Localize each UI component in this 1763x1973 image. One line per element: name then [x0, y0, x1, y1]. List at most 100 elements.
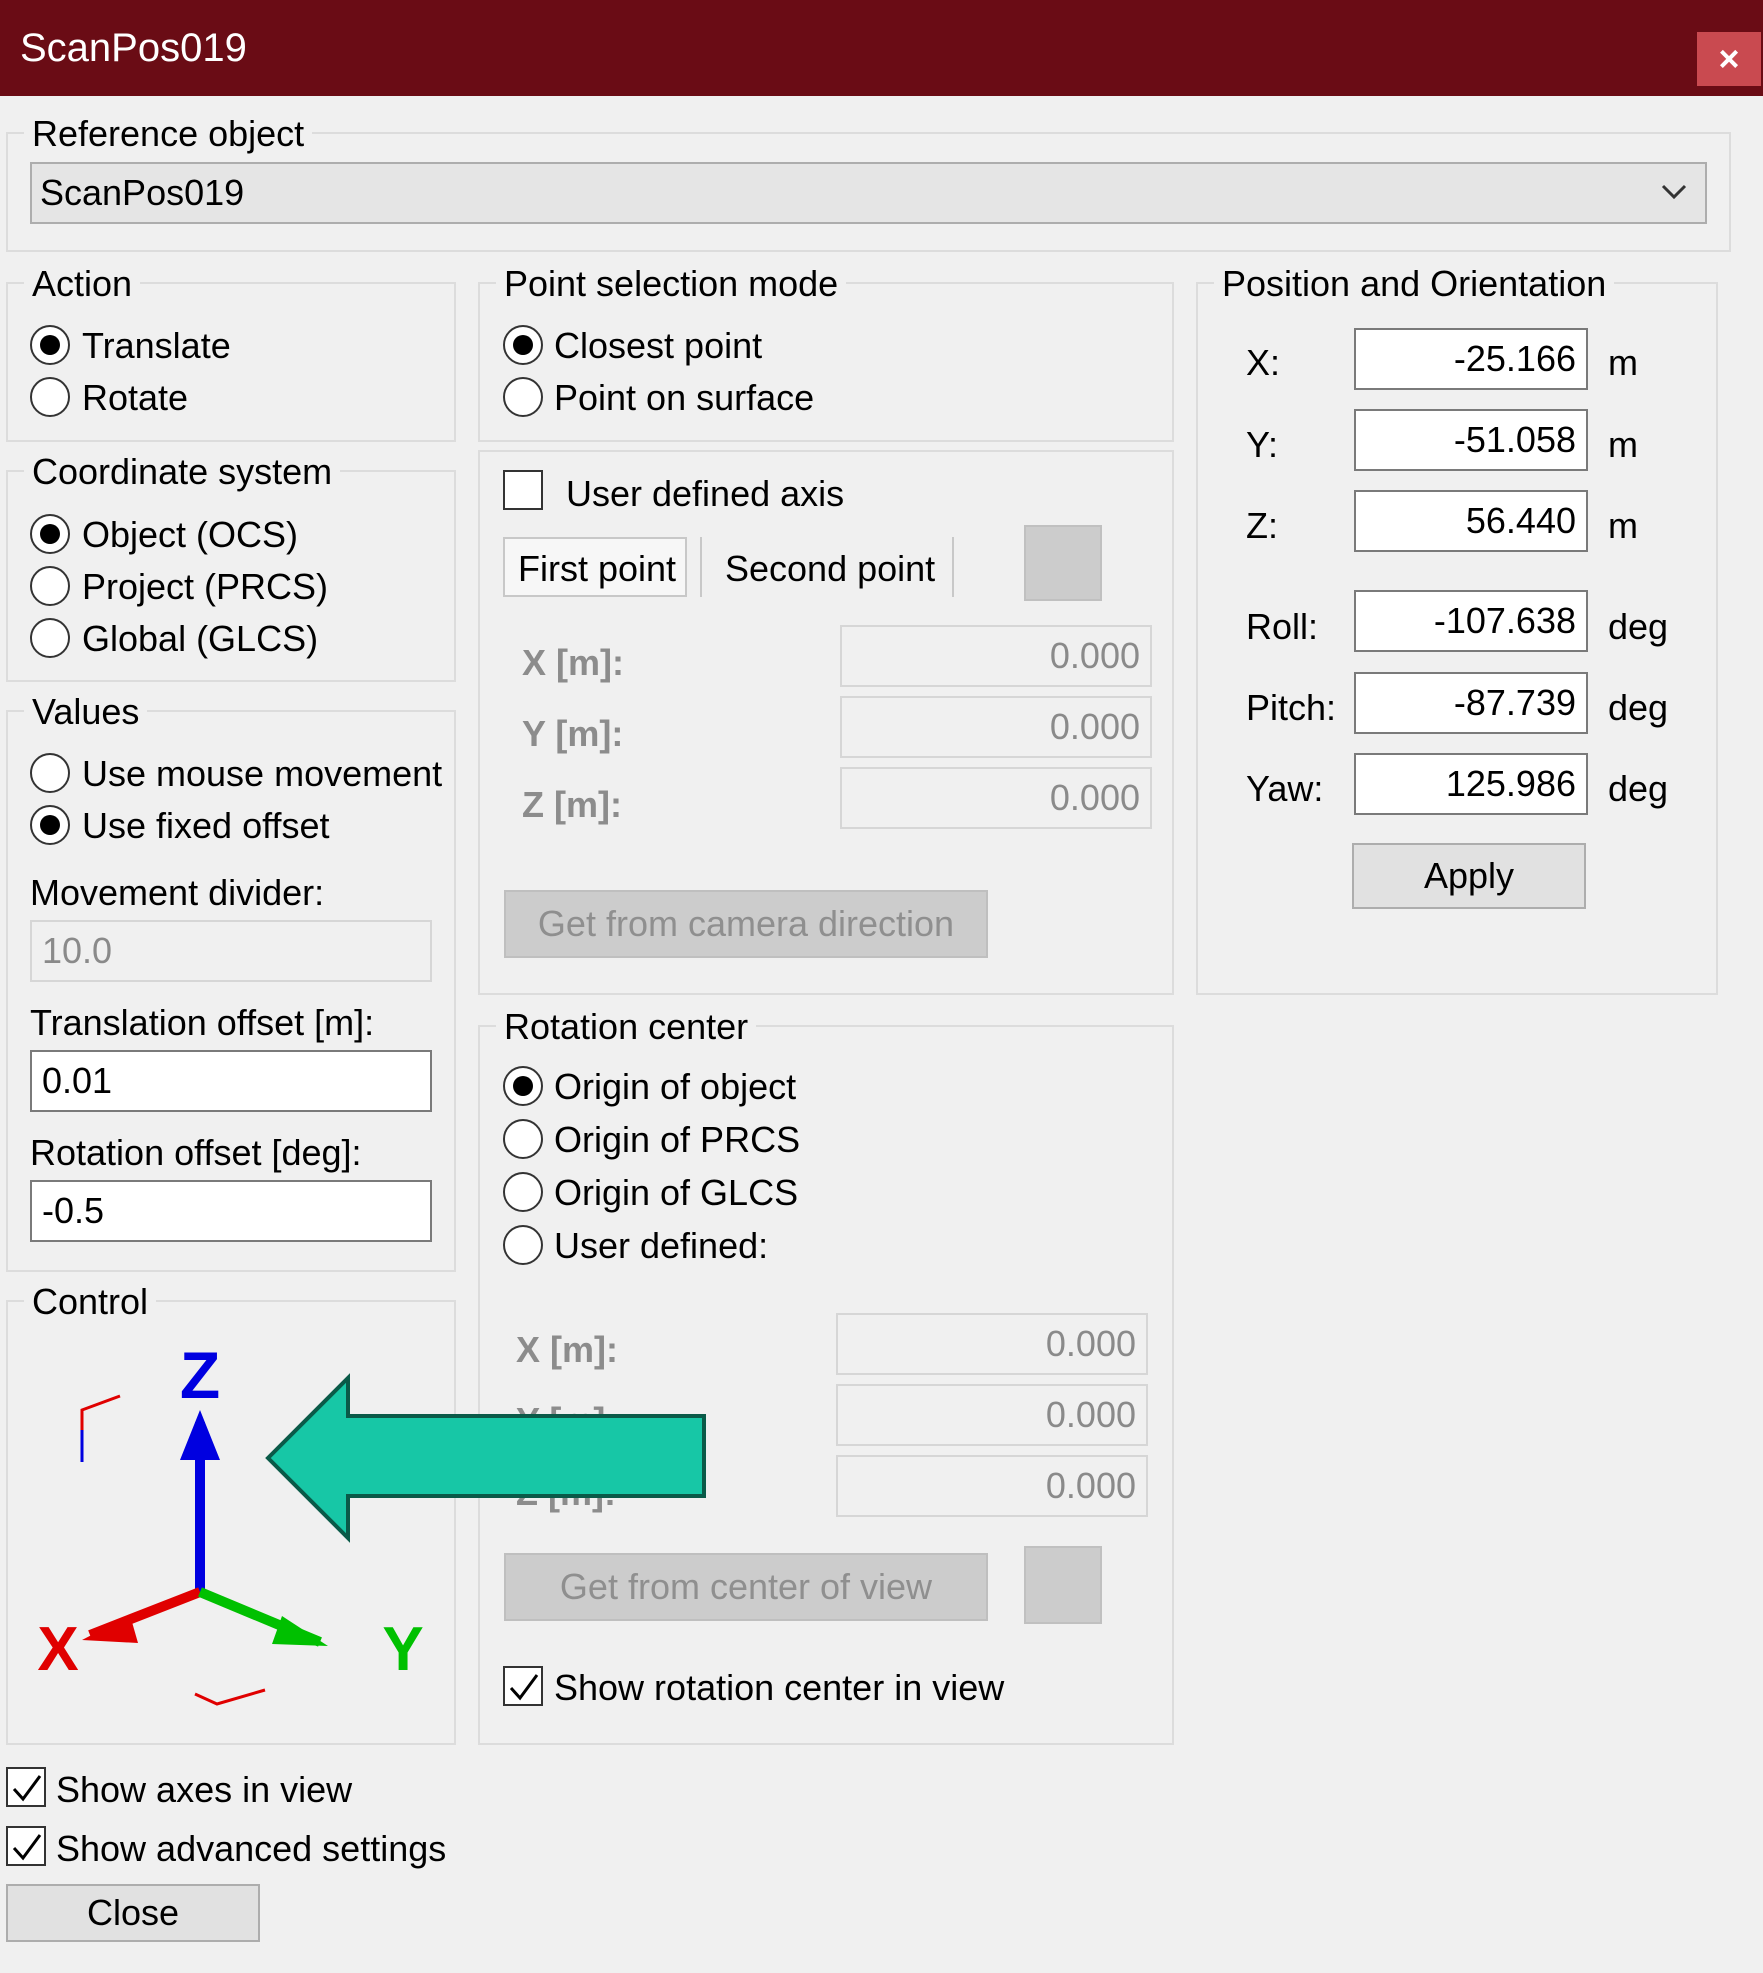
checkmark-icon: [12, 1834, 42, 1861]
values-label: Values: [24, 691, 148, 733]
pos-z-label: Z:: [1246, 505, 1278, 546]
pick-center-button[interactable]: [1024, 1546, 1102, 1624]
axes-gizmo-base: [194, 1688, 266, 1706]
pick-point-button[interactable]: [1024, 525, 1102, 601]
translate-radio[interactable]: [30, 325, 70, 365]
position-orientation-label: Position and Orientation: [1214, 263, 1615, 305]
x-axis-arrowhead[interactable]: [82, 1615, 138, 1643]
origin-prcs-radio[interactable]: [503, 1119, 543, 1159]
mouse-movement-label[interactable]: Use mouse movement: [82, 753, 442, 795]
pos-x-label: X:: [1246, 342, 1281, 383]
x-axis-label: X: [37, 1615, 78, 1684]
action-label: Action: [24, 263, 141, 305]
center-x-input[interactable]: 0.000: [836, 1313, 1148, 1375]
glcs-radio[interactable]: [30, 618, 70, 658]
pos-y-label: Y:: [1246, 424, 1279, 465]
yaw-input[interactable]: 125.986: [1354, 753, 1588, 815]
apply-button[interactable]: Apply: [1352, 843, 1586, 909]
show-rotation-center-label[interactable]: Show rotation center in view: [554, 1667, 1004, 1709]
translate-label[interactable]: Translate: [82, 325, 231, 367]
origin-object-label[interactable]: Origin of object: [554, 1066, 796, 1108]
reference-object-value: ScanPos019: [40, 172, 245, 213]
axis-y-label: Y [m]:: [522, 713, 624, 754]
user-defined-radio[interactable]: [503, 1225, 543, 1265]
tab-first-point-label[interactable]: First point: [518, 548, 676, 590]
point-on-surface-label[interactable]: Point on surface: [554, 377, 814, 419]
show-axes-checkbox[interactable]: [6, 1767, 46, 1807]
coordinate-system-label: Coordinate system: [24, 451, 341, 493]
reference-object-label: Reference object: [24, 113, 313, 155]
center-z-input[interactable]: 0.000: [836, 1455, 1148, 1517]
roll-label: Roll:: [1246, 606, 1319, 647]
action-group: [6, 282, 456, 442]
close-button[interactable]: Close: [6, 1884, 260, 1942]
ocs-label[interactable]: Object (OCS): [82, 514, 298, 556]
origin-object-radio[interactable]: [503, 1066, 543, 1106]
z-axis-arrowhead[interactable]: [180, 1410, 220, 1460]
origin-glcs-label[interactable]: Origin of GLCS: [554, 1172, 798, 1214]
pos-y-input[interactable]: -51.058: [1354, 409, 1588, 471]
tab-second-point[interactable]: Second point: [725, 548, 935, 590]
closest-point-radio[interactable]: [503, 325, 543, 365]
movement-divider-input[interactable]: 10.0: [30, 920, 432, 982]
roll-unit: deg: [1608, 606, 1669, 647]
pitch-label: Pitch:: [1246, 687, 1337, 728]
pos-x-unit: m: [1608, 342, 1638, 383]
show-advanced-label[interactable]: Show advanced settings: [56, 1828, 446, 1870]
pitch-input[interactable]: -87.739: [1354, 672, 1588, 734]
glcs-label[interactable]: Global (GLCS): [82, 618, 318, 660]
yaw-unit: deg: [1608, 768, 1669, 809]
rotation-center-label: Rotation center: [496, 1006, 757, 1048]
camera-direction-button[interactable]: Get from camera direction: [504, 890, 988, 958]
y-axis-arrowhead[interactable]: [272, 1616, 328, 1646]
pointer-arrow-overlay: [265, 1373, 706, 1543]
control-label: Control: [24, 1281, 157, 1323]
prcs-label[interactable]: Project (PRCS): [82, 566, 328, 608]
rotation-offset-input[interactable]: -0.5: [30, 1180, 432, 1242]
point-selection-label: Point selection mode: [496, 263, 847, 305]
show-advanced-checkbox[interactable]: [6, 1826, 46, 1866]
ocs-radio[interactable]: [30, 514, 70, 554]
roll-input[interactable]: -107.638: [1354, 590, 1588, 652]
chevron-down-icon: [1661, 184, 1687, 200]
tab-divider: [952, 537, 954, 597]
translation-offset-label: Translation offset [m]:: [30, 1002, 375, 1043]
show-rotation-center-checkbox[interactable]: [503, 1666, 543, 1706]
yaw-label: Yaw:: [1246, 768, 1324, 809]
point-on-surface-radio[interactable]: [503, 377, 543, 417]
axis-x-label: X [m]:: [522, 642, 624, 683]
show-axes-label[interactable]: Show axes in view: [56, 1769, 352, 1811]
fixed-offset-radio[interactable]: [30, 805, 70, 845]
z-axis-label: Z: [180, 1338, 220, 1412]
user-axis-label[interactable]: User defined axis: [566, 473, 844, 515]
prcs-radio[interactable]: [30, 566, 70, 606]
axis-z-input[interactable]: 0.000: [840, 767, 1152, 829]
center-of-view-button[interactable]: Get from center of view: [504, 1553, 988, 1621]
user-defined-label[interactable]: User defined:: [554, 1225, 768, 1267]
center-x-label: X [m]:: [516, 1329, 618, 1370]
user-axis-checkbox[interactable]: [503, 470, 543, 510]
pitch-unit: deg: [1608, 687, 1669, 728]
movement-divider-label: Movement divider:: [30, 872, 325, 913]
pos-x-input[interactable]: -25.166: [1354, 328, 1588, 390]
center-y-input[interactable]: 0.000: [836, 1384, 1148, 1446]
fixed-offset-label[interactable]: Use fixed offset: [82, 805, 329, 847]
axis-z-label: Z [m]:: [522, 784, 622, 825]
mouse-movement-radio[interactable]: [30, 753, 70, 793]
close-window-button[interactable]: ×: [1697, 32, 1761, 86]
axis-x-input[interactable]: 0.000: [840, 625, 1152, 687]
pos-z-input[interactable]: 56.440: [1354, 490, 1588, 552]
translation-offset-input[interactable]: 0.01: [30, 1050, 432, 1112]
checkmark-icon: [12, 1775, 42, 1802]
closest-point-label[interactable]: Closest point: [554, 325, 762, 367]
origin-prcs-label[interactable]: Origin of PRCS: [554, 1119, 800, 1161]
tab-divider: [700, 537, 702, 597]
axis-y-input[interactable]: 0.000: [840, 696, 1152, 758]
origin-glcs-radio[interactable]: [503, 1172, 543, 1212]
y-axis-label: Y: [382, 1615, 423, 1684]
checkmark-icon: [509, 1674, 539, 1701]
window-title: ScanPos019: [20, 26, 247, 70]
reference-object-select[interactable]: ScanPos019: [30, 162, 1707, 224]
rotate-radio[interactable]: [30, 377, 70, 417]
rotate-label[interactable]: Rotate: [82, 377, 188, 419]
